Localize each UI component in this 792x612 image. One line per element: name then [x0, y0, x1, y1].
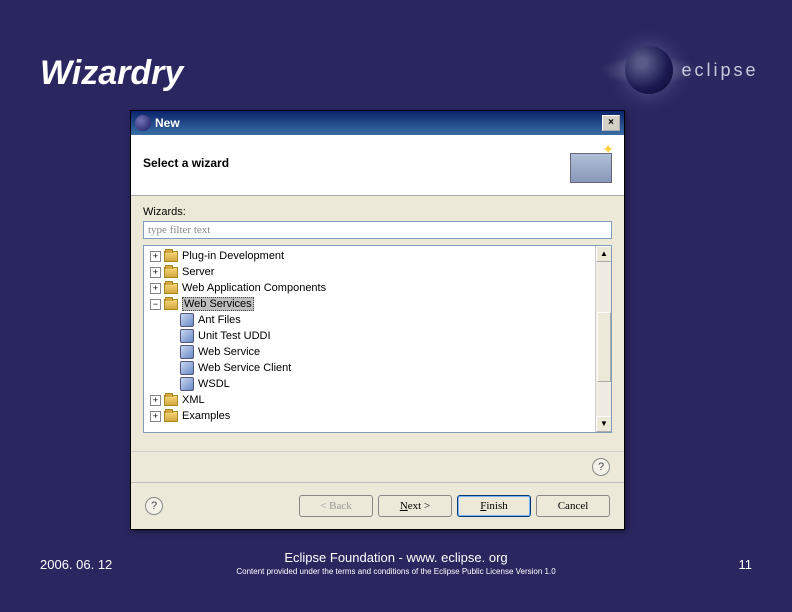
wizard-leaf-icon	[180, 313, 194, 327]
help-icon[interactable]: ?	[592, 458, 610, 476]
close-button[interactable]: ×	[602, 115, 620, 131]
filter-input[interactable]	[143, 221, 612, 239]
wizard-leaf-icon	[180, 329, 194, 343]
scroll-up-button[interactable]: ▲	[596, 246, 612, 262]
tree-item-web-service-client[interactable]: Web Service Client	[144, 360, 611, 376]
slide-title: Wizardry	[40, 54, 183, 93]
tree-item-web-service[interactable]: Web Service	[144, 344, 611, 360]
tree-item-xml[interactable]: + XML	[144, 392, 611, 408]
wizards-label: Wizards:	[143, 206, 612, 218]
eclipse-app-icon	[135, 115, 151, 131]
wizard-banner-icon: ✦	[562, 143, 612, 183]
tree-item-plugin-dev[interactable]: + Plug-in Development	[144, 248, 611, 264]
folder-icon	[164, 411, 178, 422]
tree-item-server[interactable]: + Server	[144, 264, 611, 280]
footer-date: 2006. 06. 12	[40, 557, 112, 572]
expand-icon[interactable]: +	[150, 395, 161, 406]
folder-icon	[164, 395, 178, 406]
folder-icon	[164, 267, 178, 278]
tree-item-ant-files[interactable]: Ant Files	[144, 312, 611, 328]
help-button[interactable]: ?	[145, 497, 163, 515]
folder-icon	[164, 299, 178, 310]
banner-title: Select a wizard	[143, 156, 562, 170]
wizard-leaf-icon	[180, 377, 194, 391]
finish-button[interactable]: Finish	[457, 495, 531, 517]
footer-page-number: 11	[739, 557, 753, 572]
titlebar[interactable]: New ×	[131, 111, 624, 135]
new-wizard-dialog: New × Select a wizard ✦ Wizards: + Plug-…	[130, 110, 625, 530]
footer-center: Eclipse Foundation - www. eclipse. org C…	[236, 550, 555, 576]
expand-icon[interactable]: +	[150, 251, 161, 262]
cancel-button[interactable]: Cancel	[536, 495, 610, 517]
folder-icon	[164, 251, 178, 262]
collapse-icon[interactable]: −	[150, 299, 161, 310]
tree-item-unit-test[interactable]: Unit Test UDDI	[144, 328, 611, 344]
next-button[interactable]: Next >	[378, 495, 452, 517]
wizard-leaf-icon	[180, 345, 194, 359]
footer-main: Eclipse Foundation - www. eclipse. org	[236, 550, 555, 565]
wizard-leaf-icon	[180, 361, 194, 375]
tree-scrollbar[interactable]: ▲ ▼	[595, 246, 611, 432]
window-title: New	[155, 116, 602, 130]
back-button: < Back	[299, 495, 373, 517]
expand-icon[interactable]: +	[150, 411, 161, 422]
tree-item-examples[interactable]: + Examples	[144, 408, 611, 424]
tree-item-web-services[interactable]: − Web Services	[144, 296, 611, 312]
footer-sub: Content provided under the terms and con…	[236, 567, 555, 576]
eclipse-logo: eclipse	[612, 40, 772, 100]
expand-icon[interactable]: +	[150, 283, 161, 294]
tree-item-wsdl[interactable]: WSDL	[144, 376, 611, 392]
folder-icon	[164, 283, 178, 294]
scroll-thumb[interactable]	[597, 312, 611, 382]
expand-icon[interactable]: +	[150, 267, 161, 278]
scroll-down-button[interactable]: ▼	[596, 416, 612, 432]
wizard-banner: Select a wizard ✦	[131, 135, 624, 196]
tree-item-web-app[interactable]: + Web Application Components	[144, 280, 611, 296]
wizard-tree: + Plug-in Development + Server + Web App…	[143, 245, 612, 433]
